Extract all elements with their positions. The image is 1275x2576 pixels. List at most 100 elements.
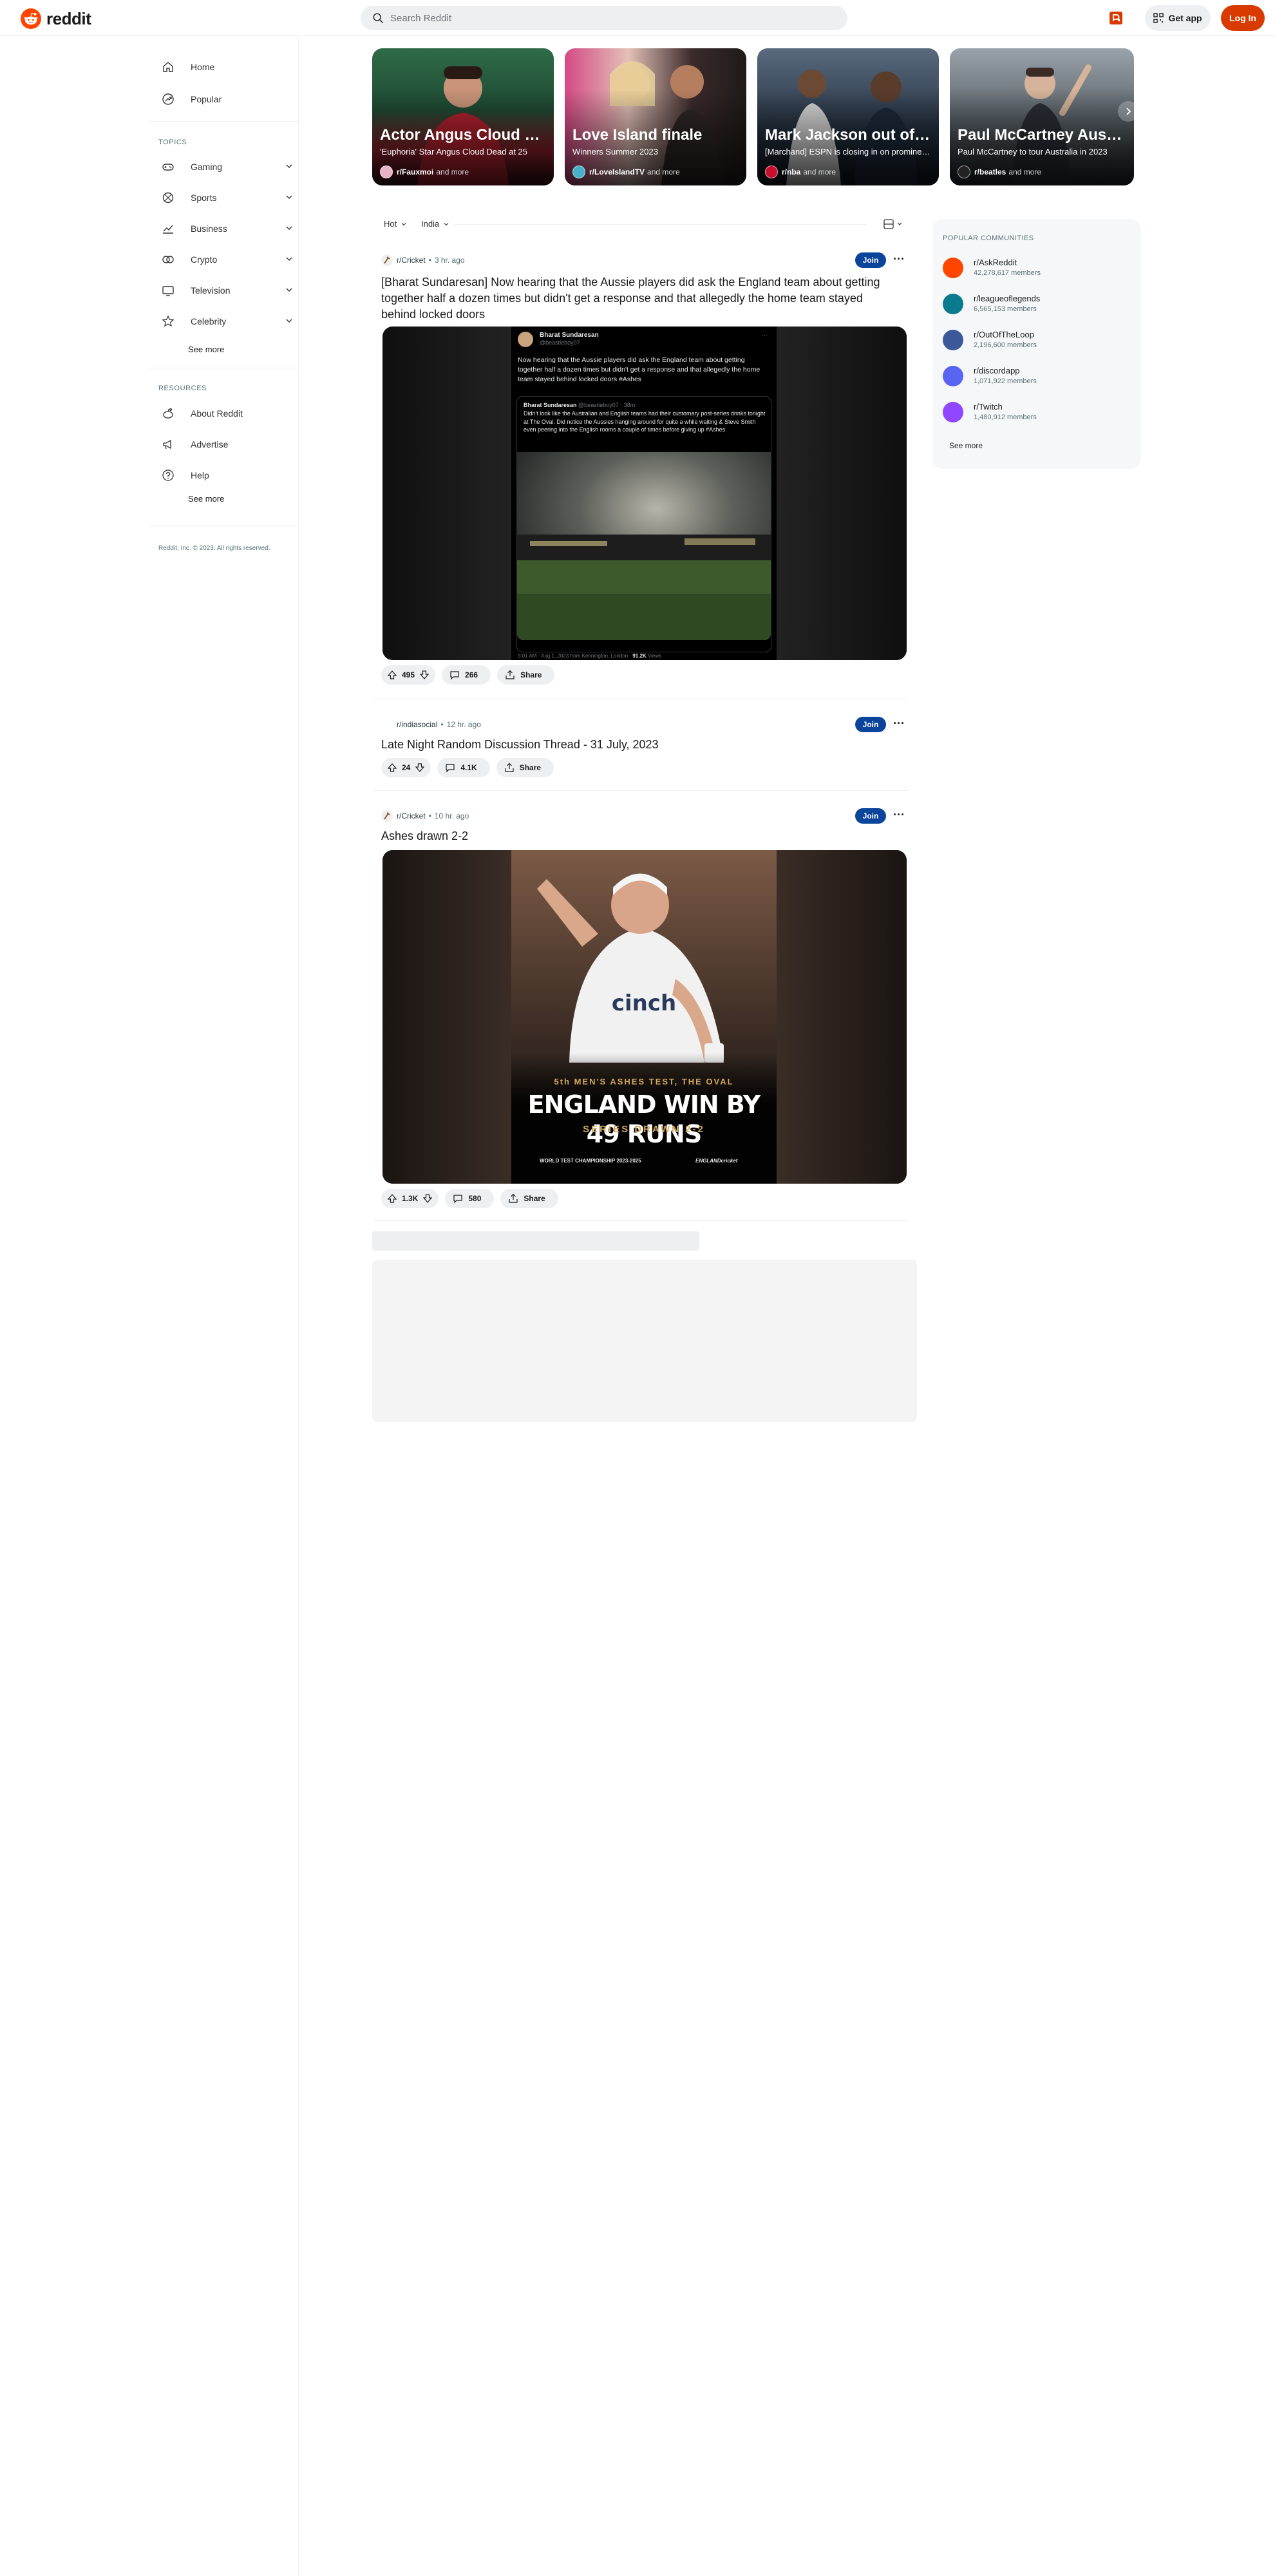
tweet-text: Now hearing that the Aussie players did … [518, 356, 760, 383]
community-name[interactable]: r/discordapp [974, 366, 1020, 375]
downvote-icon[interactable] [423, 1194, 433, 1203]
top-header: reddit Get app Log In [0, 0, 1275, 36]
sidebar-topic-television[interactable]: Television [160, 278, 299, 303]
post-divider [373, 790, 908, 791]
community-avatar[interactable] [381, 254, 393, 266]
community-name[interactable]: r/OutOfTheLoop [974, 330, 1034, 339]
advertise-button[interactable] [1108, 10, 1124, 26]
sidebar-item-home[interactable]: Home [160, 54, 299, 80]
sidebar-item-label: Gaming [191, 162, 223, 172]
more-options-icon[interactable]: ··· [893, 809, 905, 820]
vote-control[interactable]: 1.3K [381, 1189, 439, 1208]
sidebar-item-about-reddit[interactable]: About Reddit [160, 401, 299, 426]
resources-see-more-button[interactable]: See more [188, 494, 224, 504]
card-community[interactable]: r/beatles [974, 167, 1006, 176]
chevron-down-icon [444, 222, 449, 225]
community-name[interactable]: r/leagueoflegends [974, 294, 1040, 303]
comments-button[interactable]: 580 [445, 1189, 495, 1208]
trending-card[interactable]: Actor Angus Cloud dead at 25 'Euphoria' … [372, 48, 554, 185]
vote-control[interactable]: 495 [381, 665, 436, 685]
share-button[interactable]: Share [500, 1189, 558, 1208]
chevron-down-icon [286, 257, 292, 261]
post-card[interactable]: r/indiasocial • 12 hr. ago Join ··· Late… [381, 717, 908, 781]
post-card[interactable]: r/Cricket • 3 hr. ago Join ··· [Bharat S… [381, 252, 908, 685]
downvote-icon[interactable] [420, 670, 430, 679]
login-button[interactable]: Log In [1221, 5, 1265, 31]
communities-see-more-button[interactable]: See more [949, 441, 983, 450]
topics-heading: TOPICS [158, 138, 187, 146]
sidebar-item-advertise[interactable]: Advertise [160, 431, 299, 457]
sidebar-topic-sports[interactable]: Sports [160, 185, 299, 211]
popular-communities-heading: POPULAR COMMUNITIES [943, 234, 1034, 242]
upvote-icon[interactable] [388, 670, 397, 679]
share-button[interactable]: Share [497, 665, 555, 685]
trending-card[interactable]: Love Island finale Winners Summer 2023 r… [565, 48, 746, 185]
post-title[interactable]: Ashes drawn 2-2 [381, 828, 896, 844]
england-win-graphic: cinch 5th MEN'S ASHES TEST, THE OVAL ENG… [511, 850, 777, 1184]
post-media[interactable]: Bharat Sundaresan @beastieboy07 ··· Now … [382, 327, 907, 660]
comments-button[interactable]: 266 [442, 665, 491, 685]
get-app-button[interactable]: Get app [1145, 5, 1211, 31]
loading-skeleton-card [372, 1260, 917, 1422]
more-options-icon[interactable]: ··· [893, 253, 905, 265]
search-icon [373, 13, 384, 24]
sidebar-topic-business[interactable]: Business [160, 216, 299, 242]
join-button[interactable]: Join [855, 808, 886, 824]
post-community[interactable]: r/Cricket [397, 256, 426, 265]
community-item[interactable]: r/discordapp 1,071,922 members [943, 363, 1129, 392]
sidebar-topic-crypto[interactable]: Crypto [160, 247, 299, 272]
sidebar-topic-celebrity[interactable]: Celebrity [160, 308, 299, 334]
community-avatar [943, 402, 963, 422]
more-options-icon[interactable]: ··· [893, 717, 905, 729]
sidebar-item-help[interactable]: Help [160, 462, 299, 488]
community-item[interactable]: r/Twitch 1,480,912 members [943, 399, 1129, 428]
post-card[interactable]: r/Cricket • 10 hr. ago Join ··· Ashes dr… [381, 808, 908, 1208]
sidebar-topic-gaming[interactable]: Gaming [160, 154, 299, 180]
upvote-icon[interactable] [388, 1194, 397, 1203]
join-button[interactable]: Join [855, 717, 886, 732]
card-community[interactable]: r/nba [782, 167, 800, 176]
location-dropdown[interactable]: India [421, 219, 449, 229]
join-button[interactable]: Join [855, 252, 886, 268]
media-blur-left [382, 850, 511, 1184]
topics-see-more-button[interactable]: See more [188, 345, 224, 354]
separator-dot: • [428, 256, 431, 265]
community-avatar[interactable] [381, 719, 393, 730]
post-community[interactable]: r/Cricket [397, 811, 426, 820]
post-time: 3 hr. ago [434, 256, 465, 265]
trending-card[interactable]: Mark Jackson out of ESPN [Marchand] ESPN… [757, 48, 939, 185]
community-avatar [765, 166, 778, 178]
layout-toggle[interactable] [883, 218, 904, 233]
tweet-author-handle: @beastieboy07 [540, 339, 580, 346]
community-name[interactable]: r/Twitch [974, 402, 1003, 412]
comments-button[interactable]: 4.1K [437, 758, 490, 777]
post-title[interactable]: Late Night Random Discussion Thread - 31… [381, 737, 896, 753]
post-media[interactable]: cinch 5th MEN'S ASHES TEST, THE OVAL ENG… [382, 850, 907, 1184]
carousel-next-button[interactable] [1118, 101, 1138, 122]
community-item[interactable]: r/OutOfTheLoop 2,196,600 members [943, 327, 1129, 355]
community-item[interactable]: r/leagueoflegends 6,565,153 members [943, 291, 1129, 319]
advertise-icon [1110, 12, 1122, 24]
reddit-logo[interactable]: reddit [21, 8, 91, 29]
separator-dot: • [440, 720, 444, 729]
post-actions: 24 4.1K Share [381, 758, 560, 777]
upvote-icon[interactable] [388, 763, 397, 772]
card-title: Actor Angus Cloud dead at 25 [380, 126, 549, 144]
business-icon [161, 222, 175, 236]
community-avatar[interactable] [381, 810, 393, 822]
card-community[interactable]: r/Fauxmoi [397, 167, 433, 176]
search-bar[interactable] [361, 6, 847, 30]
community-name[interactable]: r/AskReddit [974, 258, 1017, 267]
card-meta: r/Fauxmoi and more [380, 165, 469, 179]
post-community[interactable]: r/indiasocial [397, 720, 437, 729]
trending-card[interactable]: Paul McCartney Australia Paul McCartney … [950, 48, 1134, 185]
sidebar-item-popular[interactable]: Popular [160, 86, 299, 112]
search-input[interactable] [390, 12, 777, 24]
sort-dropdown[interactable]: Hot [384, 219, 407, 229]
vote-control[interactable]: 24 [381, 758, 431, 777]
downvote-icon[interactable] [415, 763, 425, 772]
community-item[interactable]: r/AskReddit 42,278,617 members [943, 255, 1129, 283]
share-button[interactable]: Share [496, 758, 554, 777]
post-title[interactable]: [Bharat Sundaresan] Now hearing that the… [381, 274, 896, 323]
card-community[interactable]: r/LoveIslandTV [589, 167, 645, 176]
